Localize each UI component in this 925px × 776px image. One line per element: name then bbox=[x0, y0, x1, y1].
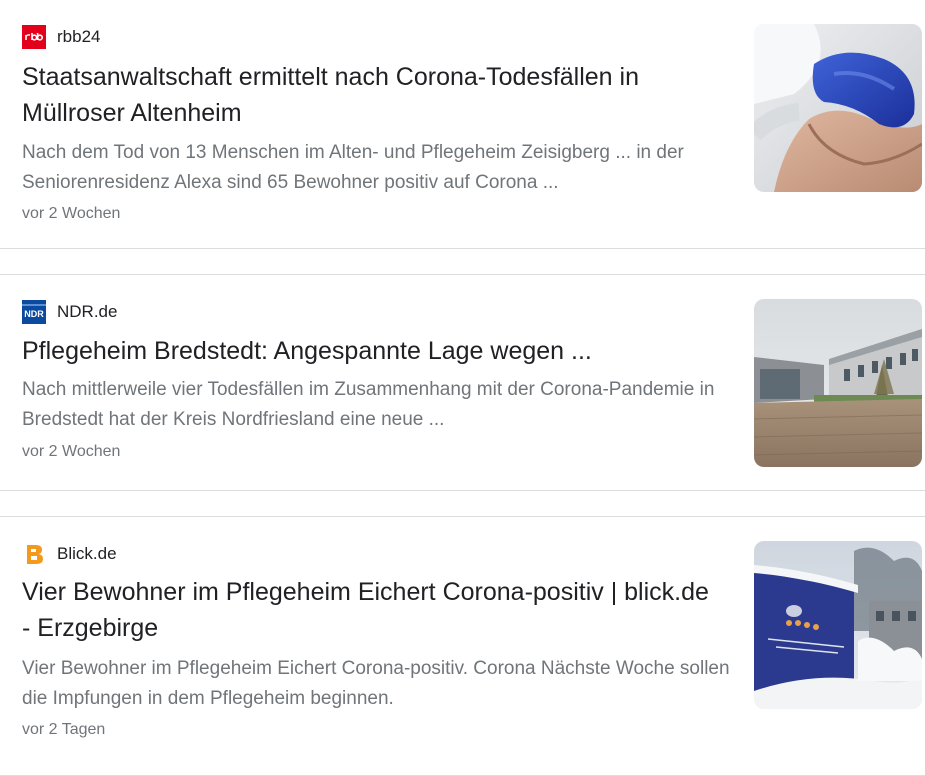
headline-link[interactable]: Staatsanwaltschaft ermittelt nach Corona… bbox=[22, 59, 722, 131]
snippet-text: Nach mittlerweile vier Todesfällen im Zu… bbox=[22, 379, 715, 430]
rbb-logo-icon bbox=[22, 25, 46, 49]
snippet-text: Vier Bewohner im Pflegeheim Eichert Coro… bbox=[22, 658, 730, 709]
news-card-blick[interactable]: Blick.de Vier Bewohner im Pflegeheim Eic… bbox=[0, 516, 925, 776]
headline-link[interactable]: Vier Bewohner im Pflegeheim Eichert Coro… bbox=[22, 574, 722, 646]
care-home-building-image[interactable] bbox=[754, 299, 922, 467]
svg-text:NDR: NDR bbox=[24, 309, 44, 319]
news-card-rbb24[interactable]: rbb24 Staatsanwaltschaft ermittelt nach … bbox=[0, 0, 925, 249]
source-name: NDR.de bbox=[57, 302, 118, 321]
ndr-logo-icon: NDR bbox=[22, 300, 46, 324]
source-name: Blick.de bbox=[57, 544, 117, 563]
source-row: rbb24 bbox=[22, 25, 100, 49]
source-row: NDR NDR.de bbox=[22, 300, 117, 324]
timestamp: vor 2 Wochen bbox=[22, 443, 121, 460]
timestamp: vor 2 Tagen bbox=[22, 721, 106, 738]
gloved-hand-image[interactable] bbox=[754, 24, 922, 192]
source-name: rbb24 bbox=[57, 27, 101, 46]
snippet-text: Nach dem Tod von 13 Menschen im Alten- u… bbox=[22, 142, 684, 193]
blick-logo-icon bbox=[22, 542, 46, 566]
news-card-ndr[interactable]: NDR NDR.de Pflegeheim Bredstedt: Angespa… bbox=[0, 274, 925, 491]
headline-link[interactable]: Pflegeheim Bredstedt: Angespannte Lage w… bbox=[22, 333, 722, 369]
timestamp: vor 2 Wochen bbox=[22, 205, 121, 222]
source-row: Blick.de bbox=[22, 542, 117, 566]
snowy-care-home-sign-image[interactable] bbox=[754, 541, 922, 709]
